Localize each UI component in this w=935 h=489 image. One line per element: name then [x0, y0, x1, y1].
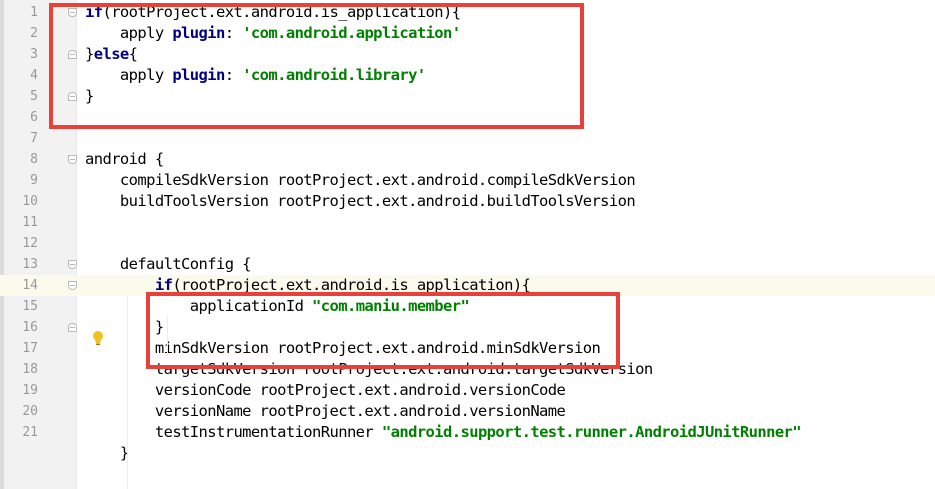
code-token: compileSdkVersion rootProject.ext.androi…: [85, 171, 636, 189]
code-text: defaultConfig {: [85, 254, 252, 275]
highlight-box-plugin-block: [49, 3, 584, 129]
code-line[interactable]: 21 testInstrumentationRunner "android.su…: [0, 422, 935, 443]
code-line[interactable]: }: [0, 443, 935, 464]
code-line[interactable]: 9 compileSdkVersion rootProject.ext.andr…: [0, 170, 935, 191]
code-line[interactable]: 7: [0, 128, 935, 149]
line-number: 16: [22, 320, 38, 335]
intention-bulb-icon[interactable]: [92, 330, 104, 346]
line-number: 18: [22, 362, 38, 377]
code-text: testInstrumentationRunner "android.suppo…: [85, 422, 802, 443]
code-line[interactable]: 13 defaultConfig {: [0, 254, 935, 275]
code-text: versionCode rootProject.ext.android.vers…: [85, 380, 566, 401]
fold-marker-icon[interactable]: [68, 260, 77, 269]
line-number: 15: [22, 299, 38, 314]
line-number: 17: [22, 341, 38, 356]
code-token: buildToolsVersion rootProject.ext.androi…: [85, 192, 636, 210]
line-number: 8: [30, 152, 38, 167]
line-number: 6: [30, 110, 38, 125]
fold-marker-icon[interactable]: [68, 323, 77, 332]
line-number: 11: [22, 215, 38, 230]
line-number: 4: [30, 68, 38, 83]
code-line[interactable]: 12: [0, 233, 935, 254]
line-number: 3: [30, 47, 38, 62]
line-number: 21: [22, 425, 38, 440]
line-number: 7: [30, 131, 38, 146]
line-number: 12: [22, 236, 38, 251]
code-text: buildToolsVersion rootProject.ext.androi…: [85, 191, 636, 212]
line-number: 20: [22, 404, 38, 419]
code-token: versionCode rootProject.ext.android.vers…: [85, 381, 566, 399]
fold-marker-icon[interactable]: [68, 155, 77, 164]
string-literal: "android.support.test.runner.AndroidJUni…: [381, 423, 802, 441]
code-text: versionName rootProject.ext.android.vers…: [85, 401, 566, 422]
code-line[interactable]: 19 versionCode rootProject.ext.android.v…: [0, 380, 935, 401]
line-number: 13: [22, 257, 38, 272]
line-number: 10: [22, 194, 38, 209]
code-token: android {: [85, 150, 164, 168]
code-line[interactable]: 8 android {: [0, 149, 935, 170]
code-text: compileSdkVersion rootProject.ext.androi…: [85, 170, 636, 191]
line-number: 14: [22, 278, 38, 293]
line-number: 2: [30, 26, 38, 41]
line-number: 19: [22, 383, 38, 398]
code-token: }: [85, 444, 129, 462]
code-line[interactable]: 20 versionName rootProject.ext.android.v…: [0, 401, 935, 422]
fold-marker-icon[interactable]: [68, 281, 77, 290]
line-number: 1: [30, 5, 38, 20]
highlight-box-application-id: [146, 292, 620, 369]
code-line[interactable]: 11: [0, 212, 935, 233]
line-number: 5: [30, 89, 38, 104]
code-text: android {: [85, 149, 164, 170]
code-token: versionName rootProject.ext.android.vers…: [85, 402, 566, 420]
code-token: defaultConfig {: [85, 255, 252, 273]
code-line[interactable]: 10 buildToolsVersion rootProject.ext.and…: [0, 191, 935, 212]
code-token: testInstrumentationRunner: [85, 423, 382, 441]
indent-guide: [127, 294, 128, 489]
line-number: 9: [30, 173, 38, 188]
code-text: }: [85, 443, 129, 464]
code-editor[interactable]: 1 if(rootProject.ext.android.is_applicati…: [0, 0, 935, 489]
